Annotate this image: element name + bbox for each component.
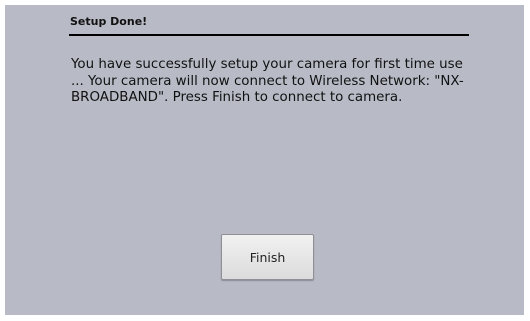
- finish-button[interactable]: Finish: [221, 234, 314, 280]
- dialog-title: Setup Done!: [70, 15, 148, 28]
- setup-message: You have successfully setup your camera …: [71, 57, 464, 105]
- title-divider: [69, 34, 469, 36]
- setup-done-screen: Setup Done! You have successfully setup …: [5, 5, 524, 315]
